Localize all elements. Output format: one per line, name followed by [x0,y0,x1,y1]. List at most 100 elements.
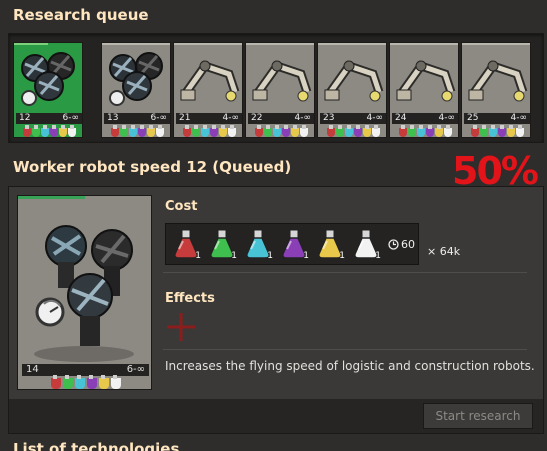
tech-card-packs [22,375,149,389]
tech-detail-panel: 14 6-∞ Cost 1 1 1 1 1 1 60 × 64k Effects Incre… [8,186,544,434]
science-pack-icon [344,125,353,137]
utility-science-pack-icon[interactable]: 1 [314,227,346,261]
queue-item-level-row: 21 4-∞ [176,113,242,124]
science-pack-icon [290,125,299,137]
science-pack-icon [407,125,416,137]
queue-item[interactable]: 12 6-∞ [13,42,83,138]
queue-item-packs [392,125,458,137]
queue-item-progress [462,43,530,45]
queue-item-level-row: 23 4-∞ [320,113,386,124]
queue-item-progress [14,43,48,45]
queue-item-packs [176,125,242,137]
queue-item-progress [102,43,170,45]
science-pack-icon [371,125,380,137]
tech-card-level: 14 [26,364,39,375]
queue-item-progress [246,43,314,45]
science-pack-icon [200,125,209,137]
science-pack-icon [40,125,49,137]
space-science-pack-icon[interactable]: 1 [350,227,382,261]
queue-item[interactable]: 23 4-∞ [317,42,387,138]
science-pack-icon [110,125,119,137]
research-queue-title: Research queue [13,6,149,24]
tech-card-level-row: 14 6-∞ [22,364,149,376]
queue-item-level: 23 [323,113,335,123]
science-pack-icon [434,125,443,137]
technology-list-title: List of technologies [13,440,180,451]
queue-item-progress [174,43,242,45]
queue-item-level: 24 [395,113,407,123]
science-pack-icon [50,375,61,389]
science-pack-icon [443,125,452,137]
queue-item-level-row: 12 6-∞ [16,113,82,124]
worker-robot-icon [21,52,75,106]
inserter-arm-icon [252,60,312,102]
production-science-pack-icon[interactable]: 1 [278,227,310,261]
science-pack-icon [86,375,97,389]
cost-multiplier: × 64k [427,245,461,258]
science-pack-icon [272,125,281,137]
speed-clock-icon [35,297,65,327]
pack-count: 1 [375,251,381,261]
science-pack-icon [506,125,515,137]
start-research-button[interactable]: Start research [423,403,533,429]
science-pack-icon [227,125,236,137]
science-pack-icon [299,125,308,137]
queue-item-range: 4-∞ [366,113,383,123]
research-time-value: 60 [401,237,415,251]
queue-item[interactable]: 21 4-∞ [173,42,243,138]
science-pack-icon [31,125,40,137]
science-pack-icon [191,125,200,137]
queue-item-range: 4-∞ [510,113,527,123]
queue-item[interactable]: 13 6-∞ [101,42,171,138]
automation-science-pack-icon[interactable]: 1 [170,227,202,261]
science-pack-icon [155,125,164,137]
pack-count: 1 [231,251,237,261]
queue-item[interactable]: 24 4-∞ [389,42,459,138]
queue-item-level-row: 25 4-∞ [464,113,530,124]
science-pack-icon [281,125,290,137]
research-queue-bar: 12 6-∞ 13 6-∞ 21 4-∞ 22 4-∞ 23 4-∞ 24 4-∞ 25 4-∞ [8,33,544,143]
science-pack-icon [22,125,31,137]
pack-count: 1 [339,251,345,261]
cost-list: 1 1 1 1 1 1 60 [165,223,419,265]
cost-heading: Cost [165,199,198,214]
science-pack-icon [263,125,272,137]
clock-icon [388,238,399,250]
divider [163,272,527,273]
science-pack-icon [470,125,479,137]
tech-card[interactable]: 14 6-∞ [17,195,152,390]
queue-item-level: 22 [251,113,263,123]
queue-item-progress [390,43,458,45]
selected-tech-title: Worker robot speed 12 (Queued) [13,158,292,176]
queue-item-range: 6-∞ [150,113,167,123]
science-pack-icon [218,125,227,137]
pack-count: 1 [267,251,273,261]
logistic-science-pack-icon[interactable]: 1 [206,227,238,261]
queue-item-level-row: 22 4-∞ [248,113,314,124]
science-pack-icon [119,125,128,137]
worker-robot-speed-effect-icon[interactable] [165,311,197,343]
inserter-arm-icon [396,60,456,102]
science-pack-icon [137,125,146,137]
detail-footer: Start research [9,399,543,433]
science-pack-icon [98,375,109,389]
queue-item-packs [104,125,170,137]
science-pack-icon [398,125,407,137]
queue-item[interactable]: 22 4-∞ [245,42,315,138]
chemical-science-pack-icon[interactable]: 1 [242,227,274,261]
science-pack-icon [67,125,76,137]
science-pack-icon [497,125,506,137]
queue-item[interactable]: 25 4-∞ [461,42,531,138]
queue-item-level: 13 [107,113,119,123]
science-pack-icon [254,125,263,137]
science-pack-icon [58,125,67,137]
science-pack-icon [488,125,497,137]
science-pack-icon [479,125,488,137]
inserter-arm-icon [324,60,384,102]
effects-heading: Effects [165,291,215,306]
queue-item-packs [248,125,314,137]
inserter-arm-icon [468,60,528,102]
science-pack-icon [128,125,137,137]
research-time: 60 [388,238,415,251]
queue-item-packs [16,125,82,137]
